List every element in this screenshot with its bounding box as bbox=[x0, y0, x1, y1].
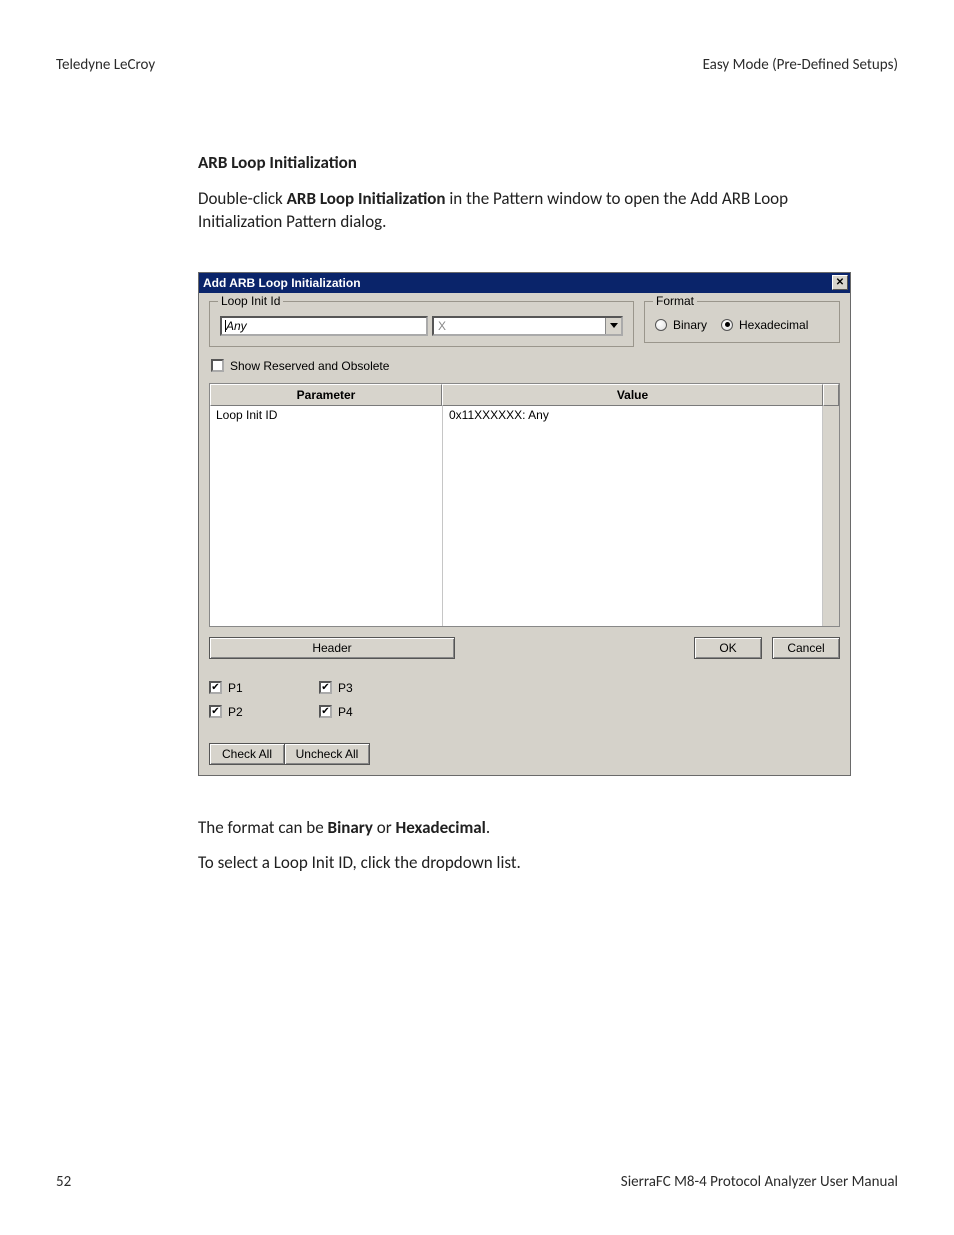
grid-header-parameter[interactable]: Parameter bbox=[210, 384, 442, 406]
uncheck-all-button[interactable]: Uncheck All bbox=[284, 743, 370, 765]
show-reserved-label: Show Reserved and Obsolete bbox=[230, 359, 389, 373]
format-group-label: Format bbox=[653, 294, 697, 308]
format-group: Format Binary Hexadecimal bbox=[644, 301, 840, 343]
chevron-down-icon[interactable] bbox=[605, 318, 621, 334]
add-arb-loop-init-dialog: Add ARB Loop Initialization ✕ Loop Init … bbox=[198, 272, 851, 776]
show-reserved-checkbox[interactable] bbox=[211, 359, 224, 372]
parameter-grid: Parameter Value Loop Init ID 0x11XXXXXX:… bbox=[209, 383, 840, 627]
dialog-title: Add ARB Loop Initialization bbox=[203, 276, 361, 290]
ok-button[interactable]: OK bbox=[694, 637, 762, 659]
grid-scrollbar[interactable] bbox=[823, 406, 839, 626]
checkbox-p2[interactable] bbox=[209, 705, 222, 718]
label-p3: P3 bbox=[338, 681, 353, 695]
loop-init-id-combo[interactable]: X bbox=[432, 316, 623, 336]
loop-init-id-group: Loop Init Id Any X bbox=[209, 301, 634, 347]
radio-hexadecimal[interactable] bbox=[721, 319, 733, 331]
grid-cell-param[interactable]: Loop Init ID bbox=[210, 406, 443, 626]
ports-checkboxes: P1 P3 P2 P4 bbox=[209, 681, 840, 719]
radio-binary[interactable] bbox=[655, 319, 667, 331]
select-note: To select a Loop Init ID, click the drop… bbox=[198, 851, 858, 874]
intro-paragraph: Double-click ARB Loop Initialization in … bbox=[198, 187, 858, 234]
label-p4: P4 bbox=[338, 705, 353, 719]
header-left: Teledyne LeCroy bbox=[56, 56, 155, 74]
checkbox-p4[interactable] bbox=[319, 705, 332, 718]
footer-manual-title: SierraFC M8-4 Protocol Analyzer User Man… bbox=[621, 1173, 898, 1191]
grid-header-scroll bbox=[823, 384, 839, 406]
format-note: The format can be Binary or Hexadecimal. bbox=[198, 816, 858, 839]
combo-placeholder: X bbox=[438, 319, 446, 333]
cancel-button[interactable]: Cancel bbox=[772, 637, 840, 659]
loop-init-id-group-label: Loop Init Id bbox=[218, 294, 283, 308]
close-icon[interactable]: ✕ bbox=[832, 275, 848, 290]
checkbox-p1[interactable] bbox=[209, 681, 222, 694]
header-right: Easy Mode (Pre-Defined Setups) bbox=[703, 56, 898, 74]
checkbox-p3[interactable] bbox=[319, 681, 332, 694]
check-all-button[interactable]: Check All bbox=[209, 743, 285, 765]
dialog-titlebar: Add ARB Loop Initialization ✕ bbox=[199, 273, 850, 293]
section-heading: ARB Loop Initialization bbox=[198, 152, 858, 173]
page-number: 52 bbox=[56, 1173, 71, 1191]
radio-hexadecimal-label: Hexadecimal bbox=[739, 318, 808, 332]
loop-init-id-text[interactable]: Any bbox=[220, 316, 428, 336]
header-button[interactable]: Header bbox=[209, 637, 455, 659]
label-p1: P1 bbox=[228, 681, 243, 695]
label-p2: P2 bbox=[228, 705, 243, 719]
grid-header-value[interactable]: Value bbox=[442, 384, 823, 406]
grid-cell-value[interactable]: 0x11XXXXXX: Any bbox=[443, 406, 823, 626]
radio-binary-label: Binary bbox=[673, 318, 707, 332]
